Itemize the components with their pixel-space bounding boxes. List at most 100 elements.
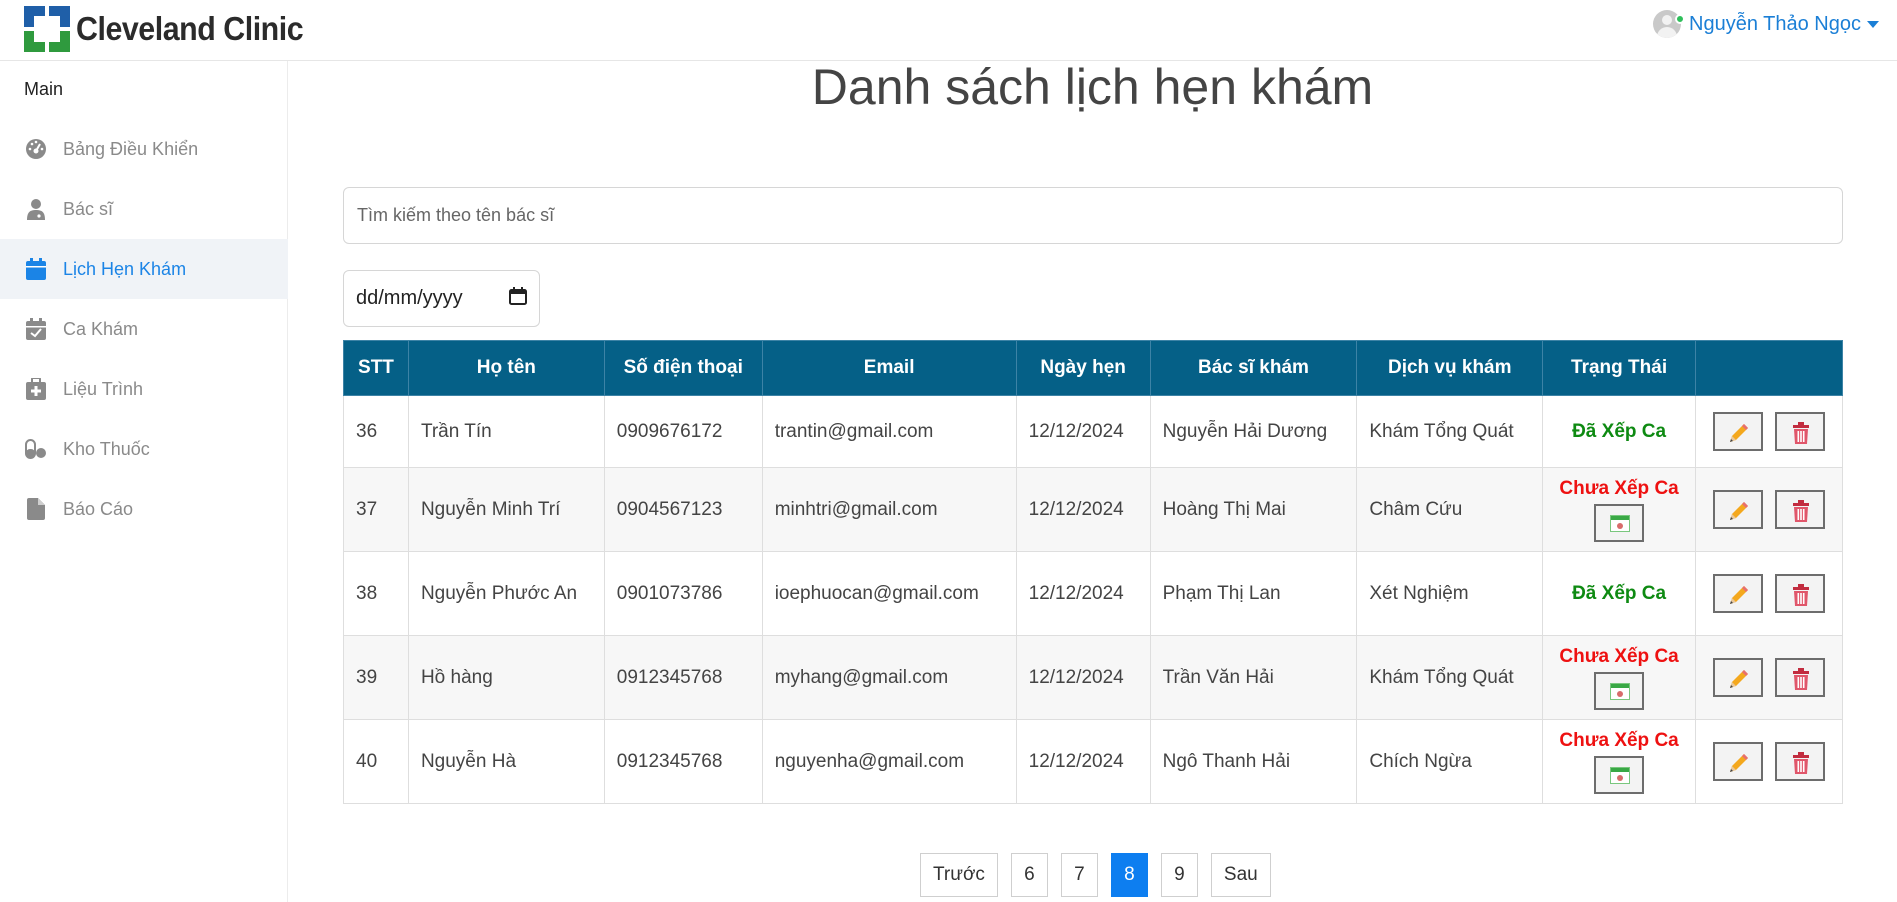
- table-row: 38 Nguyễn Phước An 0901073786 ioephuocan@gm…: [343, 551, 1844, 636]
- dashboard-gauge-icon: [24, 137, 48, 161]
- page-title: Danh sách lịch hẹn khám: [811, 59, 1374, 115]
- sidebar-item-label: Kho Thuốc: [63, 438, 150, 459]
- sidebar-item-reports[interactable]: Báo Cáo: [0, 479, 288, 539]
- pagination-prev-button[interactable]: Trước: [920, 853, 998, 897]
- pagination-next-button[interactable]: Sau: [1210, 853, 1271, 897]
- cell-date: 12/12/2024: [1015, 551, 1151, 636]
- trash-icon: [1792, 752, 1809, 774]
- pagination-page-button[interactable]: 9: [1160, 853, 1198, 897]
- cell-actions: [1694, 635, 1844, 720]
- column-header-actions: [1694, 340, 1844, 396]
- pencil-icon: [1729, 502, 1748, 520]
- edit-button[interactable]: [1712, 658, 1763, 697]
- delete-button[interactable]: [1774, 574, 1825, 613]
- cell-name: Nguyễn Hà: [407, 719, 605, 804]
- column-header: Dịch vụ khám: [1356, 340, 1544, 396]
- sidebar-item-appointments[interactable]: Lịch Hẹn Khám: [0, 239, 288, 299]
- schedule-card-icon: [1610, 766, 1631, 784]
- column-header: Bác sĩ khám: [1149, 340, 1358, 396]
- brand-logo[interactable]: Cleveland Clinic: [24, 6, 323, 52]
- cell-phone: 0901073786: [603, 551, 763, 636]
- cell-status: Chưa Xếp Ca: [1542, 719, 1696, 804]
- cell-status: Đã Xếp Ca: [1542, 395, 1696, 468]
- cell-doctor: Phạm Thị Lan: [1149, 551, 1358, 636]
- pagination-page-button[interactable]: 7: [1060, 853, 1098, 897]
- calendar-check-icon: [24, 317, 48, 341]
- sidebar-item-doctors[interactable]: Bác sĩ: [0, 179, 288, 239]
- pencil-icon: [1729, 424, 1748, 442]
- user-menu[interactable]: Nguyễn Thảo Ngọc: [1653, 10, 1879, 38]
- top-bar: Cleveland Clinic Nguyễn Thảo Ngọc: [0, 0, 1897, 61]
- edit-button[interactable]: [1712, 742, 1763, 781]
- pills-icon: [24, 437, 48, 461]
- sidebar-item-shifts[interactable]: Ca Khám: [0, 299, 288, 359]
- sidebar-item-label: Báo Cáo: [63, 498, 134, 519]
- cell-email: minhtri@gmail.com: [761, 467, 1017, 552]
- cell-stt: 38: [343, 551, 409, 636]
- delete-button[interactable]: [1774, 490, 1825, 529]
- sidebar-item-pharmacy[interactable]: Kho Thuốc: [0, 419, 288, 479]
- cell-actions: [1694, 551, 1844, 636]
- cell-email: myhang@gmail.com: [761, 635, 1017, 720]
- calendar-picker-icon[interactable]: [509, 286, 527, 311]
- cell-phone: 0909676172: [603, 395, 763, 468]
- cell-date: 12/12/2024: [1015, 635, 1151, 720]
- table-row: 40 Nguyễn Hà 0912345768 nguyenha@gmail.com 1…: [343, 719, 1844, 804]
- trash-icon: [1792, 422, 1809, 444]
- doctor-icon: [24, 197, 48, 221]
- schedule-card-icon: [1610, 682, 1631, 700]
- delete-button[interactable]: [1774, 742, 1825, 781]
- table-header-row: STT Họ tên Số điện thoại Email Ngày hẹn …: [343, 340, 1844, 396]
- search-input[interactable]: [343, 187, 1843, 244]
- sidebar-section-title: Main: [24, 79, 64, 99]
- column-header: STT: [343, 340, 409, 396]
- cell-phone: 0912345768: [603, 635, 763, 720]
- sidebar-item-treatments[interactable]: Liệu Trình: [0, 359, 288, 419]
- cell-date: 12/12/2024: [1015, 467, 1151, 552]
- cell-doctor: Ngô Thanh Hải: [1149, 719, 1358, 804]
- edit-button[interactable]: [1712, 490, 1763, 529]
- pencil-icon: [1729, 670, 1748, 688]
- edit-button[interactable]: [1712, 574, 1763, 613]
- cell-doctor: Trần Văn Hải: [1149, 635, 1358, 720]
- table-row: 36 Trần Tín 0909676172 trantin@gmail.com 12/…: [343, 395, 1844, 468]
- cell-name: Trần Tín: [407, 395, 605, 468]
- online-status-icon: [1675, 14, 1686, 24]
- cell-stt: 36: [343, 395, 409, 468]
- date-placeholder: dd/mm/yyyy: [356, 287, 463, 309]
- cell-email: ioephuocan@gmail.com: [761, 551, 1017, 636]
- pagination-page-button[interactable]: 6: [1010, 853, 1048, 897]
- medical-kit-icon: [24, 377, 48, 401]
- file-icon: [24, 497, 48, 521]
- cell-phone: 0912345768: [603, 719, 763, 804]
- cleveland-clinic-logo-icon: [24, 6, 70, 52]
- cell-doctor: Hoàng Thị Mai: [1149, 467, 1358, 552]
- sidebar-item-label: Ca Khám: [63, 318, 139, 339]
- cell-service: Chích Ngừa: [1356, 719, 1544, 804]
- cell-service: Châm Cứu: [1356, 467, 1544, 552]
- cell-phone: 0904567123: [603, 467, 763, 552]
- sidebar-item-dashboard[interactable]: Bảng Điều Khiển: [0, 119, 288, 179]
- cell-email: trantin@gmail.com: [761, 395, 1017, 468]
- delete-button[interactable]: [1774, 658, 1825, 697]
- cell-service: Khám Tổng Quát: [1356, 395, 1544, 468]
- delete-button[interactable]: [1774, 412, 1825, 451]
- date-filter-input[interactable]: dd/mm/yyyy: [343, 270, 540, 327]
- status-badge: Chưa Xếp Ca: [1559, 729, 1679, 751]
- calendar-icon: [24, 257, 48, 281]
- column-header: Trạng Thái: [1542, 340, 1696, 396]
- pencil-icon: [1729, 586, 1748, 604]
- chevron-down-icon: [1867, 20, 1879, 28]
- edit-button[interactable]: [1712, 412, 1763, 451]
- schedule-card-icon: [1610, 514, 1631, 532]
- sidebar-item-label: Liệu Trình: [63, 378, 144, 399]
- assign-shift-button[interactable]: [1594, 671, 1645, 710]
- sidebar: Main Bảng Điều Khiển Bác sĩ Lịch Hẹn Khá…: [0, 61, 288, 902]
- assign-shift-button[interactable]: [1594, 755, 1645, 794]
- column-header: Ngày hẹn: [1015, 340, 1151, 396]
- sidebar-item-label: Bảng Điều Khiển: [63, 138, 199, 159]
- sidebar-item-label: Bác sĩ: [63, 198, 114, 219]
- pagination-page-button-current[interactable]: 8: [1110, 853, 1148, 897]
- status-badge: Chưa Xếp Ca: [1559, 645, 1679, 667]
- assign-shift-button[interactable]: [1594, 503, 1645, 542]
